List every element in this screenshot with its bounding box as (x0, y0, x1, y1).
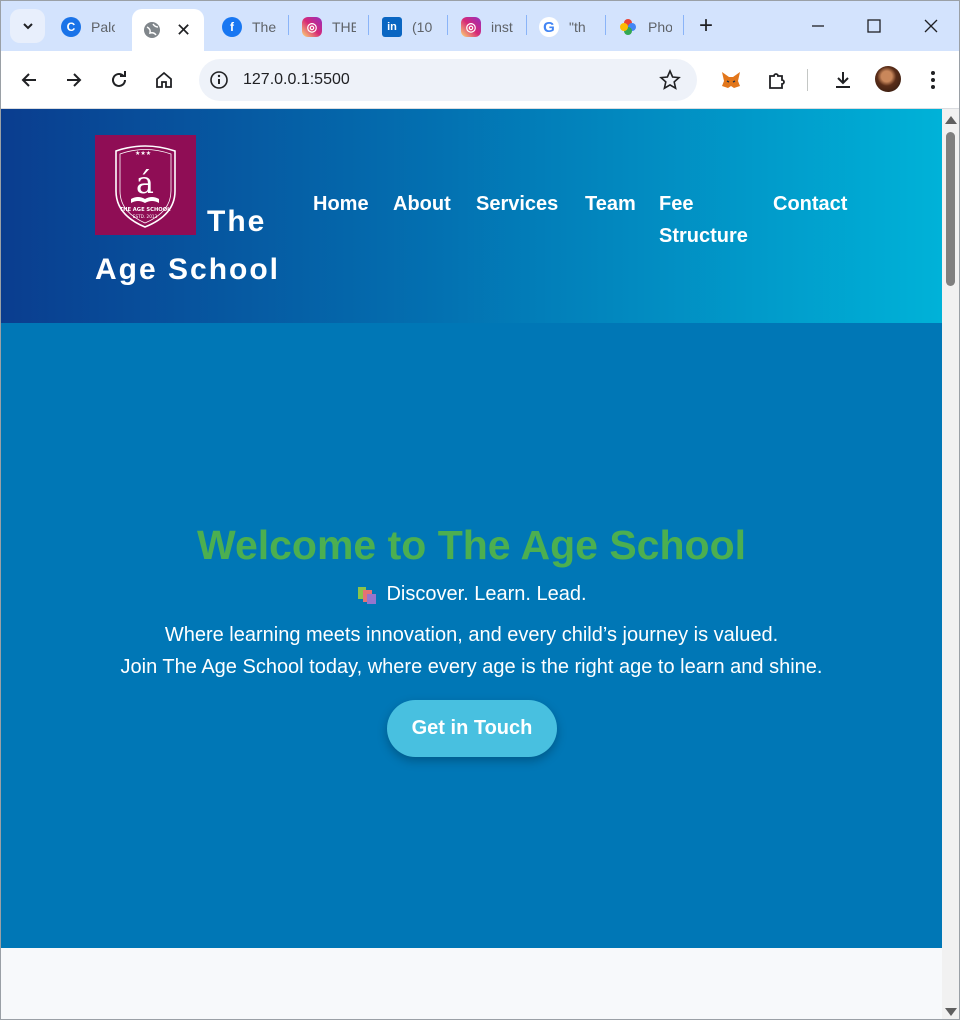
site-info-icon[interactable] (209, 70, 229, 90)
svg-text:á: á (136, 166, 154, 201)
tab-palo[interactable]: C Palo (61, 9, 115, 45)
tab-separator (526, 15, 527, 35)
google-icon: G (539, 17, 559, 37)
scroll-up-arrow-icon[interactable] (945, 116, 957, 124)
browser-window: C Palo ✕ f The ◎ THE in (10 ◎ inst G "th (0, 0, 960, 1020)
home-icon (156, 71, 172, 88)
hero-tagline: Discover. Learn. Lead. (1, 583, 942, 606)
tab-separator (447, 15, 448, 35)
nav-contact[interactable]: Contact (773, 188, 847, 220)
site-header: ★★★ á THE AGE SCHOOL ESTD. 2013 The Age … (1, 109, 942, 323)
tab-search-button[interactable] (10, 9, 45, 43)
reload-icon (112, 71, 126, 87)
tab-instagram-2[interactable]: ◎ inst (461, 9, 515, 45)
tab-separator (605, 15, 606, 35)
tab-facebook[interactable]: f The (222, 9, 276, 45)
download-icon (836, 72, 850, 88)
bookmark-star-icon[interactable] (659, 69, 681, 91)
instagram-icon: ◎ (302, 17, 322, 37)
linkedin-icon: in (382, 17, 402, 37)
close-icon (924, 19, 938, 33)
tab-photos[interactable]: Pho (618, 9, 672, 45)
tab-separator (368, 15, 369, 35)
maximize-icon (867, 19, 881, 33)
chevron-down-icon (22, 23, 33, 30)
school-crest-icon: ★★★ á THE AGE SCHOOL ESTD. 2013 (115, 145, 176, 228)
hero-title: Welcome to The Age School (196, 522, 746, 568)
school-logo[interactable]: ★★★ á THE AGE SCHOOL ESTD. 2013 (95, 135, 196, 235)
close-tab-icon[interactable]: ✕ (176, 21, 191, 39)
tab-linkedin[interactable]: in (10 (382, 9, 436, 45)
svg-text:ESTD. 2013: ESTD. 2013 (133, 214, 158, 219)
tab-strip: C Palo ✕ f The ◎ THE in (10 ◎ inst G "th (1, 1, 959, 51)
minimize-icon (812, 25, 824, 27)
nav-home[interactable]: Home (313, 188, 369, 220)
arrow-left-icon (21, 73, 36, 87)
toolbar-divider (807, 69, 808, 91)
page-viewport: ★★★ á THE AGE SCHOOL ESTD. 2013 The Age … (1, 109, 942, 1019)
close-window-button[interactable] (918, 13, 944, 39)
extensions-button[interactable] (762, 65, 792, 95)
tab-the-age-school[interactable]: ✕ (132, 9, 204, 51)
reload-button[interactable] (104, 65, 134, 95)
nav-team[interactable]: Team (585, 188, 636, 220)
metamask-extension[interactable] (716, 65, 746, 95)
address-bar[interactable]: 127.0.0.1:5500 (199, 59, 697, 101)
puzzle-icon (769, 73, 785, 89)
tab-instagram-1[interactable]: ◎ THE (302, 9, 356, 45)
brand-name-line2: Age School (95, 253, 281, 286)
page-scrollbar[interactable] (942, 109, 959, 1019)
fox-icon (722, 72, 740, 88)
svg-text:THE AGE SCHOOL: THE AGE SCHOOL (120, 207, 172, 213)
nav-fee-structure[interactable]: Fee Structure (659, 188, 759, 252)
browser-toolbar: 127.0.0.1:5500 (1, 51, 959, 109)
brand-name-line1: The (207, 205, 267, 238)
menu-button[interactable] (918, 65, 948, 95)
url-text: 127.0.0.1:5500 (243, 71, 350, 88)
copilot-icon: C (61, 17, 81, 37)
minimize-button[interactable] (805, 13, 831, 39)
arrow-right-icon (67, 73, 82, 87)
nav-about[interactable]: About (393, 188, 451, 220)
svg-text:★★★: ★★★ (135, 150, 151, 157)
get-in-touch-button[interactable]: Get in Touch (387, 700, 557, 757)
hero-section: Welcome to The Age School Discover. Lear… (1, 323, 942, 948)
forward-button[interactable] (59, 65, 89, 95)
globe-icon (144, 22, 160, 38)
more-vert-icon (931, 71, 935, 89)
instagram-icon: ◎ (461, 17, 481, 37)
scrollbar-thumb[interactable] (946, 132, 955, 286)
tab-google[interactable]: G "th (539, 9, 593, 45)
tab-separator (683, 15, 684, 35)
hero-tagline-text: Discover. Learn. Lead. (386, 583, 587, 605)
back-button[interactable] (14, 65, 44, 95)
hero-line-1: Where learning meets innovation, and eve… (164, 624, 779, 646)
downloads-button[interactable] (828, 65, 858, 95)
hero-line-2: Join The Age School today, where every a… (120, 656, 823, 678)
maximize-button[interactable] (861, 13, 887, 39)
facebook-icon: f (222, 17, 242, 37)
tab-separator (288, 15, 289, 35)
nav-services[interactable]: Services (476, 188, 558, 220)
photos-icon (620, 19, 636, 35)
profile-avatar[interactable] (875, 66, 901, 92)
new-tab-button[interactable]: + (693, 13, 719, 39)
books-icon (358, 586, 377, 604)
scroll-down-arrow-icon[interactable] (945, 1008, 957, 1016)
home-button[interactable] (149, 65, 179, 95)
